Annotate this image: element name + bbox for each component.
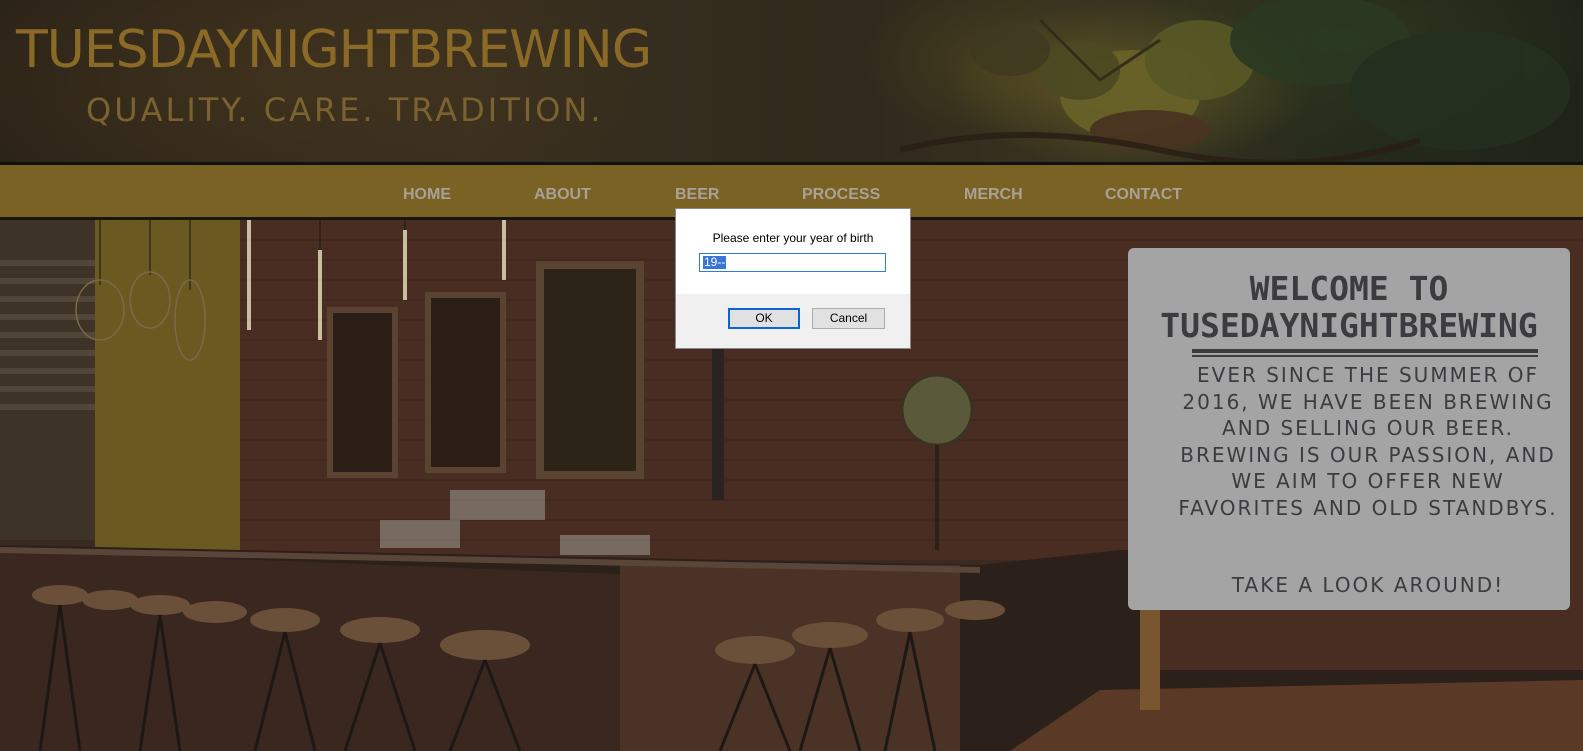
welcome-divider <box>1192 349 1538 353</box>
welcome-divider-thin <box>1192 355 1538 357</box>
cancel-button[interactable]: Cancel <box>812 308 885 329</box>
welcome-card: WELCOME TO TUSEDAYNIGHTBREWING EVER SINC… <box>1128 248 1570 610</box>
welcome-cta: TAKE A LOOK AROUND! <box>1231 573 1505 597</box>
site-header: TUESDAYNIGHTBREWING QUALITY. CARE. TRADI… <box>0 0 1583 163</box>
dialog-footer: OK Cancel <box>676 294 910 348</box>
nav-item-process[interactable]: PROCESS <box>802 186 880 204</box>
nav-item-contact[interactable]: CONTACT <box>1105 186 1182 204</box>
welcome-title-line1: WELCOME TO <box>1249 269 1449 308</box>
year-of-birth-input[interactable] <box>699 253 886 272</box>
welcome-body: EVER SINCE THE SUMMER OF 2016, WE HAVE B… <box>1178 363 1558 520</box>
input-selected-text: 19-- <box>703 255 727 269</box>
page: TUESDAYNIGHTBREWING QUALITY. CARE. TRADI… <box>0 0 1583 751</box>
header-foliage-image <box>900 0 1570 163</box>
nav-item-merch[interactable]: MERCH <box>964 186 1023 204</box>
nav-item-home[interactable]: HOME <box>403 186 451 204</box>
brand-tagline: QUALITY. CARE. TRADITION. <box>86 91 604 129</box>
age-prompt-dialog: Please enter your year of birth 19-- OK … <box>675 208 911 349</box>
ok-button[interactable]: OK <box>728 308 800 329</box>
welcome-title-line2: TUSEDAYNIGHTBREWING <box>1160 306 1538 345</box>
brand-title: TUESDAYNIGHTBREWING <box>16 20 652 80</box>
welcome-title: WELCOME TO TUSEDAYNIGHTBREWING <box>1128 270 1570 344</box>
nav-item-beer[interactable]: BEER <box>675 186 719 204</box>
dialog-message: Please enter your year of birth <box>712 231 874 245</box>
nav-item-about[interactable]: ABOUT <box>534 186 591 204</box>
